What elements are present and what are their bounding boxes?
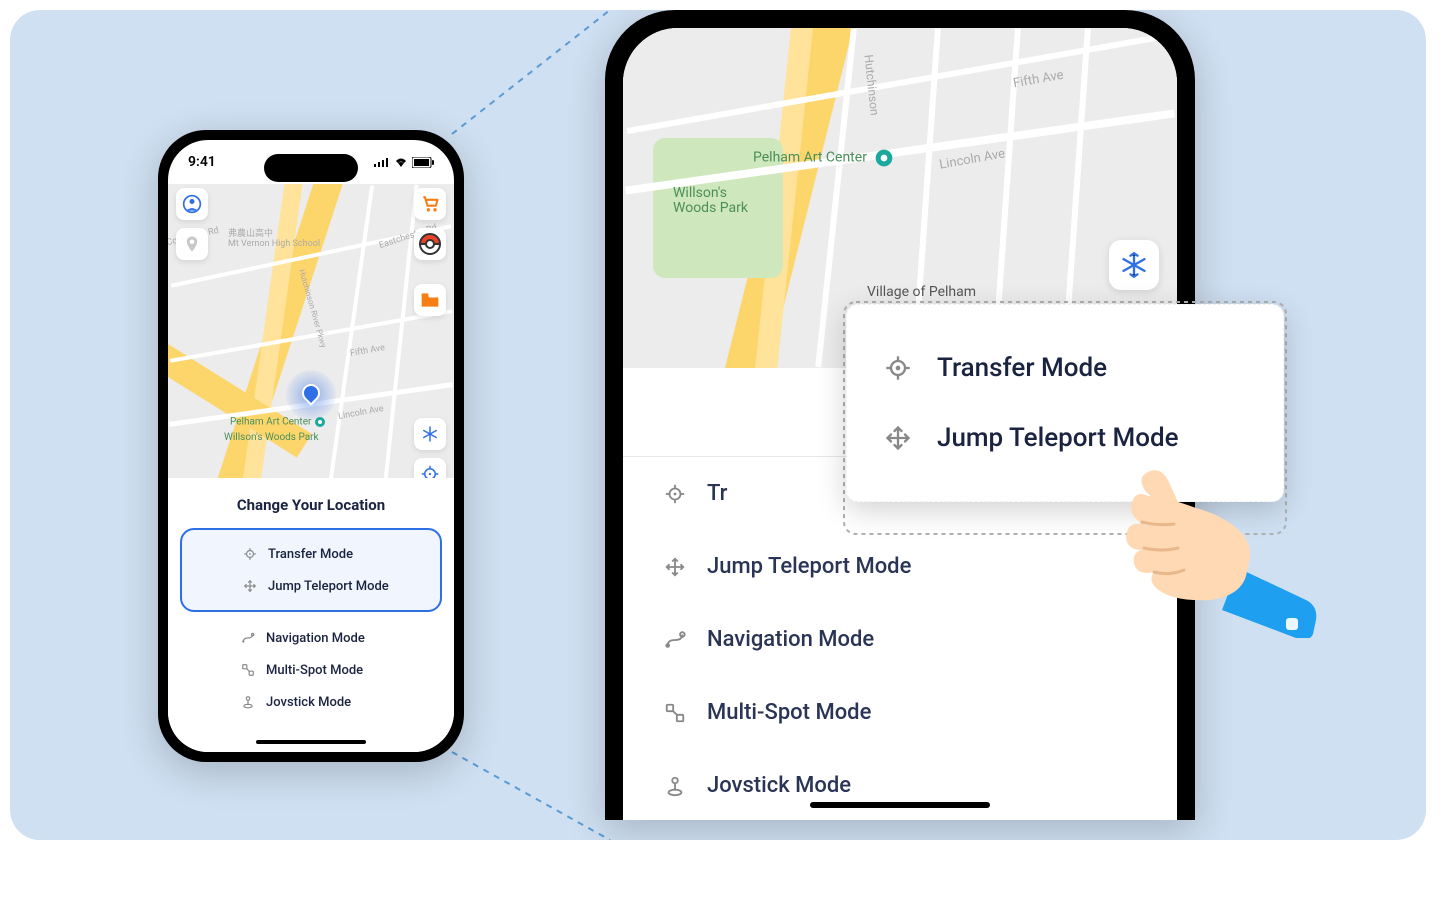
joystick-icon xyxy=(663,774,687,798)
notch xyxy=(264,154,358,182)
mode-item-jump[interactable]: Jump Teleport Mode xyxy=(623,530,1177,603)
wifi-icon xyxy=(394,157,408,167)
poi-label: Willson's Woods Park xyxy=(673,186,763,217)
user-circle-icon xyxy=(182,194,202,214)
selected-modes-box: Transfer Mode Jump Teleport Mode xyxy=(180,528,442,612)
location-button[interactable] xyxy=(176,228,208,260)
mode-item-navigation[interactable]: Navigation Mode xyxy=(623,603,1177,676)
battery-icon xyxy=(412,157,434,168)
mode-label: Multi-Spot Mode xyxy=(707,700,871,725)
mode-label: Jump Teleport Mode xyxy=(268,579,389,594)
mode-item-joystick[interactable]: Jovstick Mode xyxy=(623,749,1177,820)
target-icon xyxy=(883,353,913,383)
panel-title: Change Your Location xyxy=(180,496,442,514)
school-label: 弗農山高中Mt Vernon High School xyxy=(228,226,320,249)
mode-item-multispot[interactable]: Multi-Spot Mode xyxy=(180,654,442,686)
popup-label: Jump Teleport Mode xyxy=(937,423,1179,453)
mode-label: Transfer Mode xyxy=(268,547,353,562)
mode-label: Jovstick Mode xyxy=(266,695,351,710)
route-icon xyxy=(663,628,687,652)
mode-label: Jovstick Mode xyxy=(707,773,851,798)
popup-label: Transfer Mode xyxy=(937,353,1107,383)
mode-label: Navigation Mode xyxy=(707,627,874,652)
pokeball-icon xyxy=(419,233,441,255)
mode-label: Jump Teleport Mode xyxy=(707,554,911,579)
hand-cursor-icon xyxy=(1118,468,1318,638)
mode-item-transfer[interactable]: Transfer Mode xyxy=(182,538,440,570)
cart-button[interactable] xyxy=(414,188,446,220)
joystick-icon xyxy=(240,694,256,710)
mode-label: Navigation Mode xyxy=(266,631,365,646)
park-pin-icon xyxy=(874,148,894,168)
mode-item-joystick[interactable]: Jovstick Mode xyxy=(180,686,442,718)
mode-label: Tr xyxy=(707,481,747,506)
mode-item-multispot[interactable]: Multi-Spot Mode xyxy=(623,676,1177,749)
phone-mockup-small: 9:41 P xyxy=(158,130,464,762)
target-icon xyxy=(663,482,687,506)
snowflake-icon xyxy=(421,425,439,443)
popup-item-jump[interactable]: Jump Teleport Mode xyxy=(873,403,1257,473)
arrows-icon xyxy=(242,578,258,594)
poi-label: Willson's Woods Park xyxy=(224,432,319,443)
cart-icon xyxy=(420,194,440,214)
town-label: Village of Pelham xyxy=(867,284,976,300)
route-icon xyxy=(240,630,256,646)
snowflake-icon xyxy=(1120,251,1148,279)
freeze-button[interactable] xyxy=(1109,240,1159,290)
status-icons xyxy=(374,157,434,168)
folder-icon xyxy=(420,291,440,309)
pin-icon xyxy=(183,235,201,253)
multispot-icon xyxy=(240,662,256,678)
cellular-icon xyxy=(374,157,390,167)
popup-item-transfer[interactable]: Transfer Mode xyxy=(873,333,1257,403)
freeze-button[interactable] xyxy=(414,418,446,450)
mode-panel-small: Change Your Location Transfer Mode Jump … xyxy=(168,478,454,752)
multispot-icon xyxy=(663,701,687,725)
arrows-icon xyxy=(883,423,913,453)
pokemon-button[interactable] xyxy=(414,228,446,260)
target-icon xyxy=(242,546,258,562)
app-preview-canvas: 9:41 P xyxy=(10,10,1426,840)
profile-button[interactable] xyxy=(176,188,208,220)
home-indicator xyxy=(256,740,366,744)
mode-list-large: Tr Jump Teleport Mode Navigation Mode Mu… xyxy=(623,457,1177,820)
mode-item-jump[interactable]: Jump Teleport Mode xyxy=(182,570,440,602)
map-small[interactable]: Pelham Art Center Willson's Woods Park V… xyxy=(168,184,454,502)
poi-label: Pelham Art Center xyxy=(753,148,894,168)
mode-label: Multi-Spot Mode xyxy=(266,663,363,678)
status-time: 9:41 xyxy=(188,154,216,170)
arrows-icon xyxy=(663,555,687,579)
home-indicator xyxy=(810,802,990,808)
mode-item-navigation[interactable]: Navigation Mode xyxy=(180,622,442,654)
folder-button[interactable] xyxy=(414,284,446,316)
